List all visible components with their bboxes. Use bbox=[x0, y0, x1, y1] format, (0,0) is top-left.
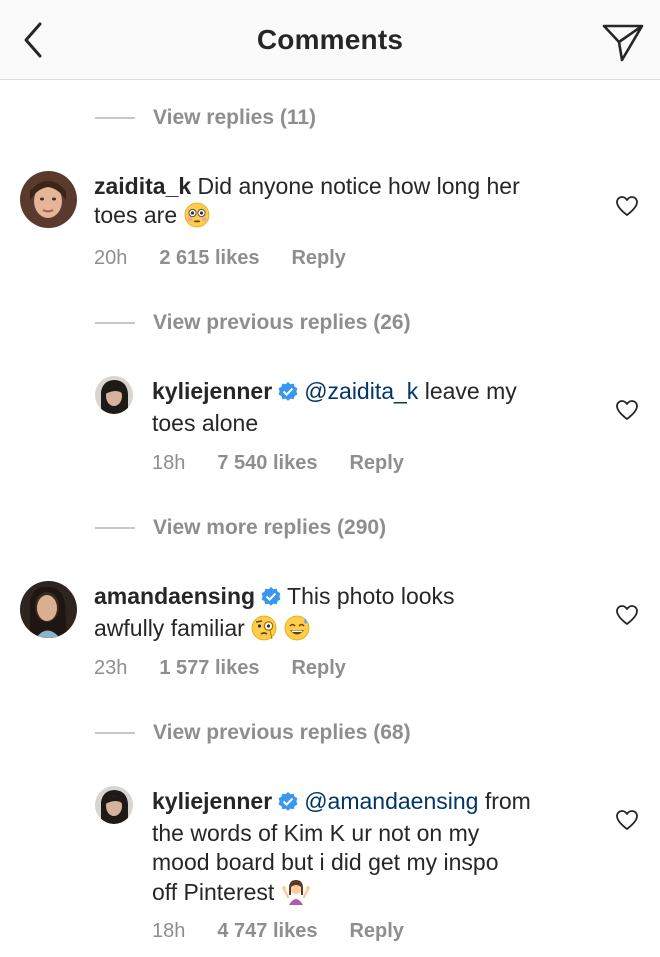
page-title: Comments bbox=[256, 24, 404, 55]
view-replies-label: View previous replies (68) bbox=[153, 721, 411, 744]
mention-link[interactable]: @zaidita_k bbox=[304, 378, 418, 404]
view-previous-replies-button[interactable]: View previous replies (26) bbox=[95, 308, 411, 338]
view-more-replies-button[interactable]: View more replies (290) bbox=[95, 513, 386, 543]
reply-button[interactable]: Reply bbox=[291, 247, 345, 270]
shrugging-woman-emoji bbox=[281, 877, 311, 912]
avatar[interactable] bbox=[20, 171, 77, 228]
flushed-face-emoji bbox=[184, 202, 210, 235]
reply-button[interactable]: Reply bbox=[349, 452, 403, 475]
verified-badge-icon bbox=[278, 380, 298, 409]
avatar[interactable] bbox=[20, 581, 77, 638]
comment-body-cont: the words of Kim K ur not on my bbox=[152, 820, 480, 846]
heart-icon[interactable] bbox=[615, 399, 639, 421]
comment-time: 20h bbox=[94, 247, 128, 269]
mention-link[interactable]: @amandaensing bbox=[304, 788, 478, 814]
grinning-sweat-emoji bbox=[284, 615, 310, 648]
reply-button[interactable]: Reply bbox=[291, 657, 345, 680]
comment-body-cont: awfully familiar bbox=[94, 615, 245, 641]
comment-time: 23h bbox=[94, 657, 128, 679]
view-replies-label: View previous replies (26) bbox=[153, 311, 411, 334]
view-previous-replies-button[interactable]: View previous replies (68) bbox=[95, 718, 411, 748]
verified-badge-icon bbox=[261, 585, 281, 614]
verified-badge-icon bbox=[278, 790, 298, 819]
comment-meta: 23h 1 577 likes Reply bbox=[94, 657, 378, 680]
divider bbox=[95, 527, 135, 529]
comment-username[interactable]: zaidita_k bbox=[94, 173, 191, 199]
likes-count[interactable]: 2 615 likes bbox=[159, 247, 259, 270]
comment-username[interactable]: kyliejenner bbox=[152, 378, 272, 404]
comment-meta: 20h 2 615 likes Reply bbox=[94, 247, 378, 270]
likes-count[interactable]: 1 577 likes bbox=[159, 657, 259, 680]
divider bbox=[95, 322, 135, 324]
direct-send-icon[interactable] bbox=[600, 18, 646, 64]
comment-time: 18h bbox=[152, 452, 186, 474]
comment-body: from bbox=[484, 788, 531, 814]
comment-body: This photo looks bbox=[287, 583, 455, 609]
comment-text: amandaensing This photo looks awfully fam… bbox=[94, 582, 584, 648]
avatar[interactable] bbox=[95, 376, 133, 414]
comment-body: leave my bbox=[424, 378, 517, 404]
comment-body-cont: toes are bbox=[94, 202, 178, 228]
heart-icon[interactable] bbox=[615, 809, 639, 831]
view-replies-label: View replies (11) bbox=[153, 106, 317, 129]
comment-body: Did anyone notice how long her bbox=[197, 173, 520, 199]
comment-text: kyliejenner @amandaensing from the words … bbox=[152, 787, 592, 912]
comment-time: 18h bbox=[152, 920, 186, 942]
view-replies-label: View more replies (290) bbox=[153, 516, 387, 539]
comment-username[interactable]: amandaensing bbox=[94, 583, 255, 609]
comment-meta: 18h 4 747 likes Reply bbox=[152, 920, 436, 943]
heart-icon[interactable] bbox=[615, 195, 639, 217]
avatar[interactable] bbox=[95, 786, 133, 824]
comment-meta: 18h 7 540 likes Reply bbox=[152, 452, 436, 475]
comment-username[interactable]: kyliejenner bbox=[152, 788, 272, 814]
likes-count[interactable]: 7 540 likes bbox=[217, 452, 317, 475]
comment-body-cont: toes alone bbox=[152, 410, 259, 436]
view-replies-button[interactable]: View replies (11) bbox=[95, 103, 316, 133]
comment-text: kyliejenner @zaidita_k leave my toes alon… bbox=[152, 377, 592, 438]
heart-icon[interactable] bbox=[615, 604, 639, 626]
divider bbox=[95, 732, 135, 734]
comment-text: zaidita_k Did anyone notice how long her… bbox=[94, 172, 584, 235]
divider bbox=[95, 117, 135, 119]
comment-body-cont: off Pinterest bbox=[152, 879, 275, 905]
header-bar: Comments bbox=[0, 0, 660, 80]
comment-body-cont: mood board but i did get my inspo bbox=[152, 849, 499, 875]
face-with-monocle-emoji bbox=[251, 615, 277, 648]
likes-count[interactable]: 4 747 likes bbox=[217, 920, 317, 943]
reply-button[interactable]: Reply bbox=[349, 920, 403, 943]
